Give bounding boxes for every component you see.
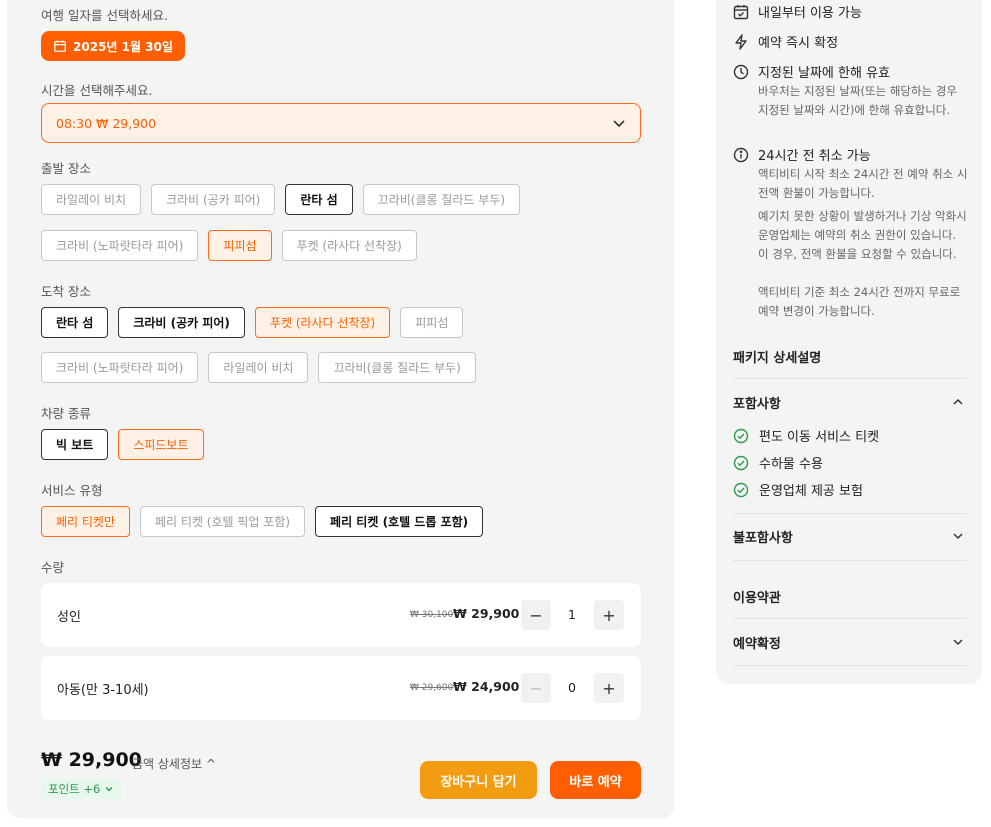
ticket-type-name: 아동(만 3-10세) (57, 683, 149, 698)
departure-option[interactable]: 라일레이 비치 (41, 184, 142, 215)
selected-time: 08:30 ₩ 29,900 (56, 115, 157, 131)
included-item: 운영업체 제공 보험 (733, 480, 863, 499)
check-circle-icon (733, 482, 749, 497)
chevron-down-icon[interactable] (952, 530, 964, 542)
vehicle-options-row: 빅 보트 스피드보트 (41, 429, 204, 460)
feature-title: 예약 즉시 확정 (758, 36, 839, 51)
included-item: 수하물 수용 (733, 453, 823, 472)
arrival-option[interactable]: 크라비 (노파랏타라 피어) (41, 352, 199, 383)
service-label: 서비스 유형 (41, 483, 103, 498)
quantity-label: 수량 (41, 560, 65, 575)
divider (733, 378, 966, 379)
arrival-option[interactable]: 피피섬 (400, 307, 464, 338)
original-price: ₩ 30,100 (410, 610, 454, 620)
feature-description: 액티비티 기준 최소 24시간 전까지 무료로 예약 변경이 가능합니다. (758, 285, 961, 318)
departure-option[interactable]: 크라비 (노파랏타라 피어) (41, 230, 199, 261)
service-option[interactable]: 페리 티켓 (호텔 픽업 포함) (140, 506, 306, 537)
chevron-down-icon[interactable] (952, 636, 964, 648)
clock-icon (733, 64, 749, 79)
included-item-label: 편도 이동 서비스 티켓 (759, 430, 880, 445)
arrival-option[interactable]: 라일레이 비치 (208, 352, 309, 383)
discounted-price: ₩ 29,900 (453, 606, 520, 621)
confirmation-section-toggle[interactable]: 예약확정 (733, 633, 781, 652)
vehicle-option-selected[interactable]: 스피드보트 (118, 429, 204, 460)
quantity-row-adult: 성인 ₩ 30,100 ₩ 29,900 − 1 + (41, 583, 641, 647)
included-section-toggle[interactable]: 포함사항 (733, 393, 781, 412)
service-option[interactable]: 페리 티켓 (호텔 드롭 포함) (315, 506, 484, 537)
decrease-button[interactable]: − (521, 600, 551, 630)
info-icon (733, 147, 749, 162)
points-text: 포인트 +6 (48, 782, 101, 796)
included-item: 편도 이동 서비스 티켓 (733, 426, 879, 445)
feature-instant-confirm: 예약 즉시 확정 (733, 32, 838, 51)
quantity-value: 1 (568, 607, 576, 622)
discounted-price: ₩ 24,900 (453, 679, 520, 694)
package-details-title: 패키지 상세설명 (733, 351, 822, 366)
check-circle-icon (733, 428, 749, 443)
feature-description: 예기치 못한 상황이 발생하거나 기상 악화시 운영업체는 예약의 취소 권한이… (758, 209, 967, 261)
chevron-down-icon (105, 787, 113, 792)
arrival-options-row-2: 크라비 (노파랏타라 피어) 라일레이 비치 끄라비(클롱 질라드 부두) (41, 352, 476, 383)
chevron-up-icon[interactable] (952, 396, 964, 408)
divider (733, 560, 966, 561)
lightning-icon (735, 33, 747, 50)
feature-title: 내일부터 이용 가능 (758, 6, 862, 21)
arrival-option[interactable]: 크라비 (공카 피어) (118, 307, 245, 338)
feature-title: 지정된 날짜에 한해 유효 (758, 66, 890, 81)
departure-label: 출발 장소 (41, 161, 91, 176)
feature-description: 바우처는 지정된 날짜(또는 해당하는 경우 지정된 날짜와 시간)에 한해 유… (758, 84, 957, 117)
departure-options-row-2: 크라비 (노파랏타라 피어) 피피섬 푸켓 (라사다 선착장) (41, 230, 417, 261)
departure-options-row-1: 라일레이 비치 크라비 (공카 피어) 란타 섬 끄라비(클롱 질라드 부두) (41, 184, 521, 215)
terms-section[interactable]: 이용약관 (733, 587, 781, 606)
arrival-option-selected[interactable]: 푸켓 (라사다 선착장) (254, 307, 391, 338)
chevron-down-icon (613, 120, 625, 128)
calendar-icon (54, 40, 66, 52)
quantity-row-child: 아동(만 3-10세) ₩ 29,600 ₩ 24,900 − 0 + (41, 656, 641, 720)
time-label: 시간을 선택해주세요. (41, 83, 153, 98)
vehicle-option[interactable]: 빅 보트 (41, 429, 109, 460)
quantity-value: 0 (568, 680, 576, 695)
departure-option[interactable]: 푸켓 (라사다 선착장) (281, 230, 417, 261)
total-price: ₩ 29,900 (41, 749, 142, 771)
time-select[interactable]: 08:30 ₩ 29,900 (41, 103, 641, 143)
departure-option[interactable]: 크라비 (공카 피어) (151, 184, 276, 215)
date-label: 여행 일자를 선택하세요. (41, 8, 168, 23)
original-price: ₩ 29,600 (410, 683, 454, 693)
feature-valid-date: 지정된 날짜에 한해 유효 (733, 62, 890, 81)
decrease-button[interactable]: − (521, 673, 551, 703)
increase-button[interactable]: + (594, 600, 624, 630)
service-option-selected[interactable]: 페리 티켓만 (41, 506, 131, 537)
divider (733, 513, 966, 514)
vehicle-label: 차량 종류 (41, 406, 91, 421)
date-selector-button[interactable]: 2025년 1월 30일 (41, 31, 185, 61)
selected-date: 2025년 1월 30일 (73, 39, 173, 54)
feature-description: 액티비티 시작 최소 24시간 전 예약 취소 시 전액 환불이 가능합니다. (758, 167, 968, 200)
arrival-option[interactable]: 끄라비(클롱 질라드 부두) (318, 352, 476, 383)
arrival-label: 도착 장소 (41, 284, 91, 299)
check-circle-icon (733, 455, 749, 470)
departure-option[interactable]: 란타 섬 (285, 184, 353, 215)
price-detail-toggle[interactable]: 금액 상세정보 ^ (132, 755, 216, 772)
arrival-option[interactable]: 란타 섬 (41, 307, 109, 338)
ticket-type-name: 성인 (57, 610, 81, 625)
included-item-label: 운영업체 제공 보험 (759, 484, 863, 499)
increase-button[interactable]: + (594, 673, 624, 703)
calendar-check-icon (733, 4, 749, 19)
arrival-options-row-1: 란타 섬 크라비 (공카 피어) 푸켓 (라사다 선착장) 피피섬 (41, 307, 464, 338)
add-to-cart-button[interactable]: 장바구니 담기 (420, 761, 537, 799)
feature-title: 24시간 전 취소 가능 (758, 149, 871, 164)
feature-cancellation: 24시간 전 취소 가능 (733, 145, 871, 164)
excluded-section-toggle[interactable]: 불포함사항 (733, 527, 793, 546)
departure-option[interactable]: 끄라비(클롱 질라드 부두) (362, 184, 521, 215)
book-now-button[interactable]: 바로 예약 (550, 761, 641, 799)
divider (733, 665, 966, 666)
points-badge[interactable]: 포인트 +6 (41, 779, 122, 799)
included-item-label: 수하물 수용 (759, 457, 823, 472)
departure-option-selected[interactable]: 피피섬 (208, 230, 272, 261)
service-options-row: 페리 티켓만 페리 티켓 (호텔 픽업 포함) 페리 티켓 (호텔 드롭 포함) (41, 506, 484, 537)
divider (733, 618, 966, 619)
feature-available-tomorrow: 내일부터 이용 가능 (733, 2, 862, 21)
